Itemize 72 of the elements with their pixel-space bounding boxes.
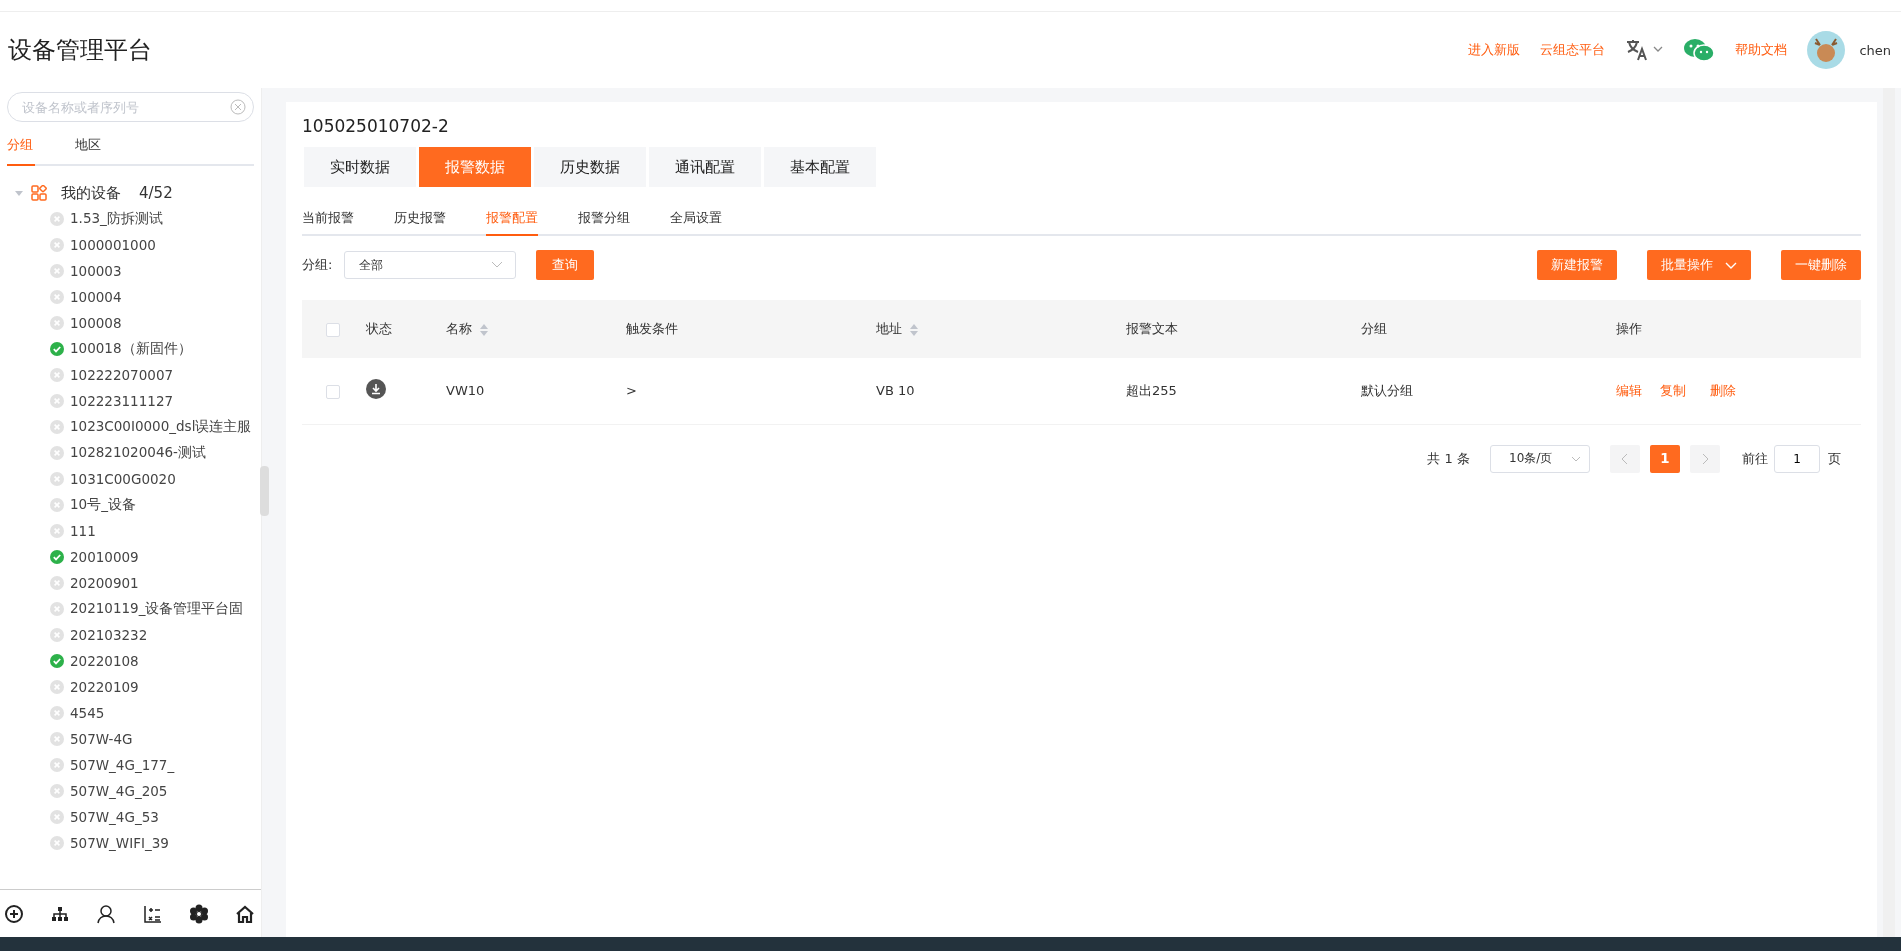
- goto-page-field[interactable]: 1: [1774, 444, 1820, 473]
- device-item[interactable]: 102821020046-测试: [70, 444, 206, 462]
- chevron-left-icon: [1621, 452, 1629, 465]
- download-circle-icon: [366, 379, 386, 400]
- device-item[interactable]: 20220109: [70, 679, 139, 695]
- group-select[interactable]: 全部: [344, 251, 517, 279]
- device-item[interactable]: 20200901: [70, 575, 139, 591]
- goto-label: 前往: [1742, 449, 1768, 468]
- chevron-down-icon: [1571, 455, 1581, 462]
- device-item[interactable]: 1.53_防拆测试: [70, 210, 163, 228]
- device-item[interactable]: 507W-4G: [70, 731, 133, 747]
- device-title: 105025010702-2: [302, 116, 450, 136]
- page-size-select[interactable]: 10条/页: [1490, 444, 1590, 473]
- table-cell: >: [626, 383, 637, 399]
- total-count: 共 1 条: [1427, 449, 1470, 468]
- device-item[interactable]: 20220108: [70, 653, 139, 669]
- search-field[interactable]: 设备名称或者序列号: [7, 92, 254, 122]
- device-item[interactable]: 100018（新固件）: [70, 340, 192, 358]
- user-name[interactable]: chen: [1859, 42, 1891, 58]
- column-header: 报警文本: [1126, 321, 1178, 336]
- tab[interactable]: 历史数据: [534, 147, 646, 187]
- column-header: 状态: [366, 321, 392, 336]
- chevron-right-icon: [1701, 452, 1709, 465]
- row-checkbox[interactable]: [326, 384, 340, 399]
- language-button[interactable]: [1625, 38, 1664, 62]
- device-item[interactable]: 20210119_设备管理平台固: [70, 600, 244, 618]
- device-item[interactable]: 102223111127: [70, 393, 174, 409]
- chat-icon: [1683, 37, 1716, 63]
- table-cell: VB 10: [876, 383, 915, 399]
- device-item[interactable]: 202103232: [70, 627, 148, 643]
- device-item[interactable]: 100004: [70, 289, 122, 305]
- column-header: 地址: [876, 321, 902, 336]
- column-header: 操作: [1616, 321, 1642, 336]
- device-item[interactable]: 507W_4G_53: [70, 809, 159, 825]
- page-suffix: 页: [1828, 449, 1841, 468]
- column-header: 分组: [1361, 321, 1387, 336]
- tab[interactable]: 通讯配置: [649, 147, 761, 187]
- subtab[interactable]: 历史报警: [394, 203, 446, 236]
- table-cell: 默认分组: [1361, 382, 1413, 398]
- device-item[interactable]: 20010009: [70, 549, 139, 565]
- device-item[interactable]: 1000001000: [70, 237, 156, 253]
- clear-icon: [230, 99, 246, 115]
- resize-handle[interactable]: [260, 466, 269, 516]
- device-item[interactable]: 1031C00G0020: [70, 471, 176, 487]
- subtab[interactable]: 当前报警: [302, 203, 354, 236]
- chevron-down-icon: [491, 261, 504, 269]
- column-header: 名称: [446, 321, 472, 336]
- device-item[interactable]: 1023C00I0000_dsl误连主服: [70, 418, 252, 436]
- sidebar-tab[interactable]: 地区: [75, 132, 143, 164]
- device-item[interactable]: 4545: [70, 705, 105, 721]
- device-item[interactable]: 100008: [70, 315, 122, 331]
- subtab[interactable]: 报警分组: [578, 203, 630, 236]
- subtab[interactable]: 全局设置: [670, 203, 722, 236]
- grid-icon: [31, 185, 47, 201]
- tab[interactable]: 基本配置: [764, 147, 876, 187]
- device-item[interactable]: 507W_4G_177_: [70, 757, 175, 773]
- column-header: 触发条件: [626, 321, 678, 336]
- device-item[interactable]: 111: [70, 523, 96, 539]
- select-all-checkbox[interactable]: [326, 322, 340, 337]
- tab[interactable]: 实时数据: [304, 147, 416, 187]
- device-item[interactable]: 102222070007: [70, 367, 174, 383]
- app-title: 设备管理平台: [8, 35, 152, 66]
- device-item[interactable]: 507W_4G_205: [70, 783, 168, 799]
- device-item[interactable]: 10号_设备: [70, 496, 136, 514]
- filter-label: 分组:: [302, 256, 333, 274]
- tree-group-label[interactable]: 我的设备: [61, 183, 121, 203]
- device-item[interactable]: 100003: [70, 263, 122, 279]
- table-cell: VW10: [446, 383, 485, 399]
- device-item[interactable]: 507W_WIFI_39: [70, 835, 169, 851]
- avatar-icon: [1807, 31, 1846, 69]
- device-count: 4/52: [139, 184, 173, 202]
- table-cell: 超出255: [1126, 382, 1177, 398]
